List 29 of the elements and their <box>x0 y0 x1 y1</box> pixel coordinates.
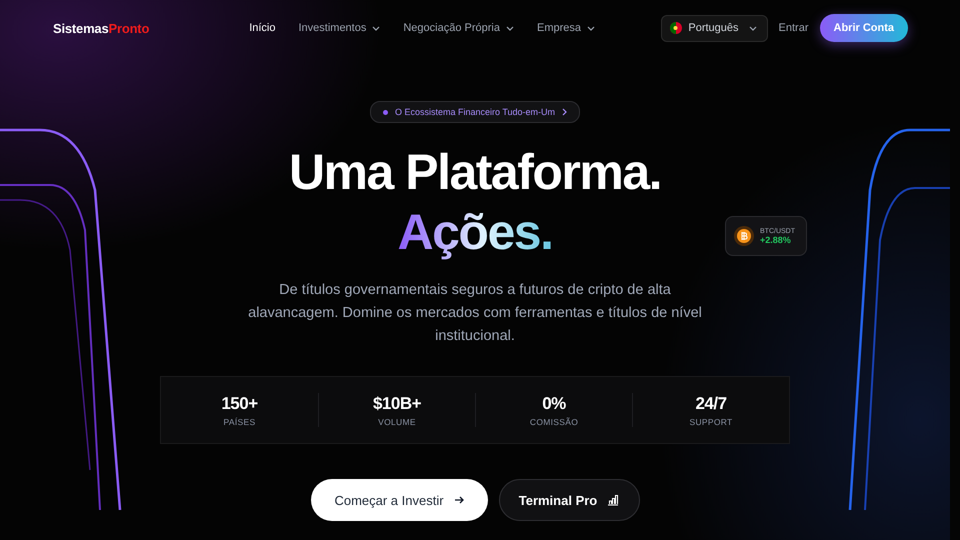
stat-label: SUPPORT <box>689 416 733 426</box>
login-link[interactable]: Entrar <box>778 22 808 34</box>
logo[interactable]: SistemasPronto <box>53 20 150 36</box>
nav-link[interactable]: Negociação Própria <box>403 22 514 34</box>
stat-label: COMISSÃO <box>530 416 578 426</box>
stat-value: 0% <box>542 394 566 414</box>
flag-icon <box>670 22 682 34</box>
stat-label: PAÍSES <box>224 416 256 426</box>
terminal-button[interactable]: Terminal Pro <box>498 479 640 521</box>
announcement-badge[interactable]: O Ecossistema Financeiro Tudo-em-Um <box>370 101 580 123</box>
stat-label: VOLUME <box>378 416 416 426</box>
arrow-right-icon <box>454 496 464 504</box>
bitcoin-icon <box>734 226 754 246</box>
chevron-right-icon <box>562 108 568 116</box>
hero-title: Uma Plataforma. <box>288 143 662 201</box>
bar-chart-icon <box>607 494 620 506</box>
start-investing-button[interactable]: Começar a Investir <box>310 479 488 521</box>
nav-link[interactable]: Início <box>249 22 276 34</box>
dot-icon <box>382 110 388 114</box>
hero-description: De títulos governamentais seguros a futuros de cripto de alta alavancagem. Domine os mercados com ferramentas e títulos de nível institucional. <box>247 281 703 346</box>
signup-button[interactable]: Abrir Conta <box>820 14 908 42</box>
stat-value: 150+ <box>221 394 258 414</box>
ticker-change: +2.88% <box>760 234 792 244</box>
language-selector[interactable]: Português <box>661 14 768 42</box>
nav-link[interactable]: Investimentos <box>298 22 380 34</box>
stat-value: 24/7 <box>695 394 727 414</box>
nav-link[interactable]: Empresa <box>536 22 596 34</box>
chevron-down-icon <box>748 26 757 30</box>
stat-value: $10B+ <box>372 394 422 414</box>
